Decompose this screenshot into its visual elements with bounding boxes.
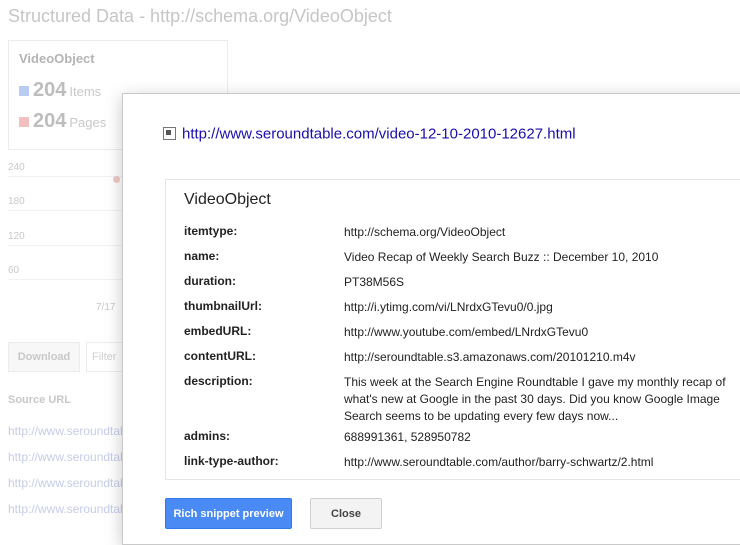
property-value: Video Recap of Weekly Search Buzz :: Dec… bbox=[344, 250, 659, 264]
pages-stat: 204 Pages bbox=[19, 110, 106, 133]
y-tick: 120 bbox=[8, 231, 25, 242]
property-value: http://www.seroundtable.com/author/barry… bbox=[344, 455, 654, 469]
items-count: 204 bbox=[33, 79, 67, 101]
property-value: PT38M56S bbox=[344, 275, 405, 289]
filter-input[interactable]: Filter bbox=[86, 342, 127, 372]
property-value: http://www.youtube.com/embed/LNrdxGTevu0 bbox=[344, 325, 589, 339]
property-key: name: bbox=[184, 249, 220, 263]
pages-legend-swatch bbox=[19, 116, 29, 127]
property-value: 688991361, 528950782 bbox=[344, 430, 471, 444]
grid-line bbox=[8, 176, 125, 177]
property-key: link-type-author: bbox=[184, 454, 279, 468]
structured-data-dialog: http://www.seroundtable.com/video-12-10-… bbox=[122, 93, 740, 545]
property-key: contentURL: bbox=[184, 349, 256, 363]
property-key: admins: bbox=[184, 429, 231, 443]
external-link-icon[interactable] bbox=[163, 127, 176, 141]
items-legend-swatch bbox=[19, 85, 29, 96]
property-value: http://schema.org/VideoObject bbox=[344, 225, 506, 239]
grid-line bbox=[8, 245, 125, 246]
pages-count: 204 bbox=[33, 110, 67, 132]
download-button[interactable]: Download bbox=[8, 342, 80, 372]
chart-point bbox=[113, 176, 120, 183]
items-label: Items bbox=[69, 84, 102, 99]
page-url-link[interactable]: http://www.seroundtable.com/video-12-10-… bbox=[182, 125, 576, 142]
x-tick: 7/17 bbox=[96, 302, 116, 313]
property-value: http://i.ytimg.com/vi/LNrdxGTevu0/0.jpg bbox=[344, 300, 553, 314]
property-key: thumbnailUrl: bbox=[184, 299, 262, 313]
property-value-description: This week at the Search Engine Roundtabl… bbox=[344, 375, 726, 423]
properties-panel: VideoObject itemtype: http://schema.org/… bbox=[165, 179, 740, 480]
property-key: description: bbox=[184, 374, 253, 388]
dialog-url-row: http://www.seroundtable.com/video-12-10-… bbox=[163, 125, 576, 143]
source-url-header: Source URL bbox=[8, 394, 71, 406]
page-title: Structured Data - http://schema.org/Vide… bbox=[8, 6, 392, 26]
summary-type-name: VideoObject bbox=[19, 51, 95, 66]
pages-label: Pages bbox=[69, 115, 107, 130]
property-key: itemtype: bbox=[184, 224, 238, 238]
rich-snippet-preview-button[interactable]: Rich snippet preview bbox=[165, 498, 292, 529]
items-stat: 204 Items bbox=[19, 79, 101, 102]
property-key: embedURL: bbox=[184, 324, 252, 338]
item-type-title: VideoObject bbox=[184, 191, 271, 208]
grid-line bbox=[8, 279, 125, 280]
y-tick: 60 bbox=[8, 265, 20, 276]
property-key: duration: bbox=[184, 274, 236, 288]
grid-line bbox=[8, 210, 125, 211]
y-tick: 180 bbox=[8, 196, 25, 207]
y-tick: 240 bbox=[8, 162, 25, 173]
close-button[interactable]: Close bbox=[310, 498, 382, 529]
property-value: http://seroundtable.s3.amazonaws.com/201… bbox=[344, 350, 636, 364]
